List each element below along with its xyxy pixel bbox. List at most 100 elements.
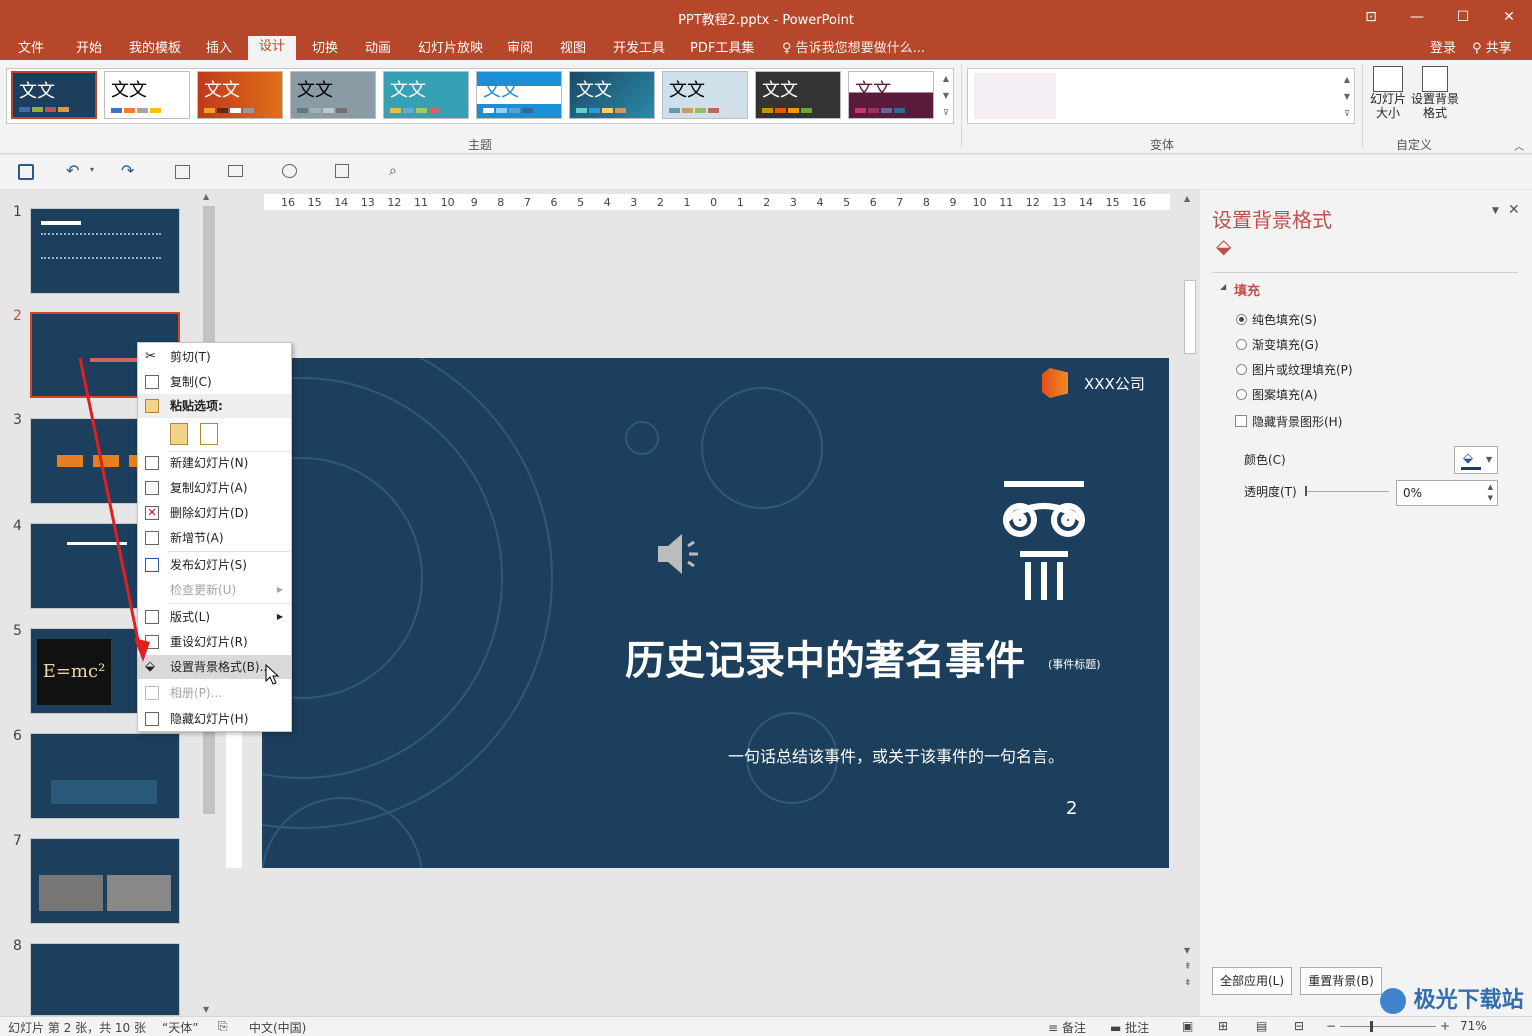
- format-background-button[interactable]: 设置背景格式: [1410, 66, 1460, 132]
- speaker-icon[interactable]: [654, 532, 702, 576]
- slide-size-button[interactable]: 幻灯片大小: [1368, 66, 1408, 132]
- transparency-input[interactable]: 0% ▲ ▼: [1396, 480, 1498, 506]
- tab-design[interactable]: 设计: [248, 36, 297, 60]
- tab-insert[interactable]: 插入: [200, 38, 238, 60]
- transparency-slider-handle[interactable]: [1305, 486, 1307, 496]
- tab-slideshow[interactable]: 幻灯片放映: [412, 38, 489, 60]
- theme-2[interactable]: 文文: [104, 71, 190, 119]
- slide-canvas[interactable]: XXX公司 历史记录中的著名事件 (事件标题) 一句话总结该事件，或关于该事件的…: [262, 358, 1169, 868]
- pattern-fill-radio[interactable]: [1236, 389, 1247, 400]
- theme-9[interactable]: 文文: [755, 71, 841, 119]
- preview-icon[interactable]: ⌕: [389, 163, 397, 179]
- reset-background-button[interactable]: 重置背景(B): [1300, 967, 1382, 995]
- language[interactable]: 中文(中国): [249, 1019, 306, 1036]
- paste-picture-icon[interactable]: [200, 423, 218, 445]
- hide-graphics-label[interactable]: 隐藏背景图形(H): [1252, 413, 1342, 430]
- theme-10[interactable]: 文文: [848, 71, 934, 119]
- fill-section-header[interactable]: 填充: [1234, 280, 1260, 299]
- picture-fill-radio[interactable]: [1236, 364, 1247, 375]
- picture-fill-label[interactable]: 图片或纹理填充(P): [1252, 361, 1353, 378]
- menu-item-publish[interactable]: 发布幻灯片(S): [138, 553, 291, 577]
- slide-thumbnail-8[interactable]: [30, 943, 180, 1016]
- menu-item-copy[interactable]: 复制(C): [138, 370, 291, 394]
- menu-item-layout[interactable]: 版式(L) ▶: [138, 605, 291, 629]
- slide-title-note[interactable]: (事件标题): [1048, 656, 1101, 672]
- comments-button[interactable]: ▬ 批注: [1110, 1019, 1149, 1036]
- tab-view[interactable]: 视图: [554, 38, 592, 60]
- share-button[interactable]: ⚲ 共享: [1466, 38, 1518, 60]
- solid-fill-label[interactable]: 纯色填充(S): [1252, 311, 1317, 328]
- theme-7[interactable]: 文文: [569, 71, 655, 119]
- undo-icon[interactable]: ↶: [66, 161, 79, 180]
- slide-subtitle[interactable]: 一句话总结该事件，或关于该事件的一句名言。: [728, 743, 1064, 767]
- tab-pdf[interactable]: PDF工具集: [684, 38, 760, 60]
- gradient-fill-label[interactable]: 渐变填充(G): [1252, 336, 1319, 353]
- fill-bucket-icon[interactable]: ⬙: [1216, 234, 1231, 258]
- pattern-fill-label[interactable]: 图案填充(A): [1252, 386, 1318, 403]
- menu-item-add-section[interactable]: 新增节(A): [138, 526, 291, 550]
- layout-icon[interactable]: [228, 165, 243, 177]
- scroll-down-icon[interactable]: ▼: [1184, 946, 1190, 955]
- fill-collapse-icon[interactable]: ◢: [1220, 282, 1226, 291]
- normal-view-icon[interactable]: ▣: [1182, 1019, 1193, 1033]
- minimize-icon[interactable]: —: [1394, 0, 1440, 34]
- theme-8[interactable]: 文文: [662, 71, 748, 119]
- zoom-slider[interactable]: [1340, 1026, 1436, 1027]
- prev-slide-icon[interactable]: ⇞: [1184, 962, 1192, 972]
- tab-transitions[interactable]: 切换: [306, 38, 344, 60]
- menu-item-hide-slide[interactable]: 隐藏幻灯片(H): [138, 707, 291, 731]
- redo-icon[interactable]: ↷: [121, 161, 134, 180]
- pane-close-icon[interactable]: ✕: [1508, 202, 1520, 218]
- pane-options-icon[interactable]: ▼: [1492, 206, 1499, 216]
- tab-templates[interactable]: 我的模板: [123, 38, 187, 60]
- close-icon[interactable]: ✕: [1486, 0, 1532, 34]
- editor-scrollbar[interactable]: ▲ ▼ ⇞ ⇟: [1182, 190, 1198, 1016]
- hide-graphics-checkbox[interactable]: [1235, 415, 1247, 427]
- tab-home[interactable]: 开始: [70, 38, 108, 60]
- variants-scroll[interactable]: ▲ ▼ ⊽: [1342, 71, 1352, 122]
- collapse-ribbon-icon[interactable]: ︿: [1514, 138, 1524, 153]
- spellcheck-icon[interactable]: ⎘: [218, 1019, 228, 1034]
- theme-6[interactable]: 文文: [476, 71, 562, 119]
- undo-dropdown-icon[interactable]: ▾: [90, 165, 94, 174]
- menu-item-reset-slide[interactable]: 重设幻灯片(R): [138, 630, 291, 654]
- theme-3[interactable]: 文文: [197, 71, 283, 119]
- tab-developer[interactable]: 开发工具: [607, 38, 671, 60]
- tab-animations[interactable]: 动画: [359, 38, 397, 60]
- slide-thumbnail-1[interactable]: [30, 208, 180, 294]
- zoom-level[interactable]: 71%: [1460, 1019, 1487, 1033]
- apply-all-button[interactable]: 全部应用(L): [1212, 967, 1292, 995]
- scroll-thumb[interactable]: [1184, 280, 1196, 354]
- solid-fill-radio[interactable]: [1236, 314, 1247, 325]
- spinner-icon[interactable]: ▲ ▼: [1488, 482, 1493, 504]
- slide-title[interactable]: 历史记录中的著名事件: [625, 628, 1025, 686]
- slide-page-number[interactable]: 2: [1066, 798, 1077, 819]
- theme-4[interactable]: 文文: [290, 71, 376, 119]
- slide-thumbnail-7[interactable]: [30, 838, 180, 924]
- tell-me-box[interactable]: ♀ 告诉我您想要做什么...: [776, 38, 931, 60]
- variant-thumb[interactable]: [974, 73, 1056, 119]
- company-name[interactable]: XXX公司: [1084, 373, 1145, 394]
- gradient-fill-radio[interactable]: [1236, 339, 1247, 350]
- menu-item-delete-slide[interactable]: ✕ 删除幻灯片(D): [138, 501, 291, 525]
- slide-thumbnail-6[interactable]: [30, 733, 180, 819]
- tab-review[interactable]: 审阅: [501, 38, 539, 60]
- new-slide-icon[interactable]: [175, 165, 190, 179]
- transparency-slider[interactable]: [1305, 491, 1389, 492]
- save-icon[interactable]: [18, 164, 34, 180]
- menu-item-new-slide[interactable]: 新建幻灯片(N): [138, 451, 291, 475]
- theme-5[interactable]: 文文: [383, 71, 469, 119]
- ribbon-display-icon[interactable]: ⊡: [1348, 0, 1394, 34]
- paste-keep-formatting-icon[interactable]: [170, 423, 188, 445]
- zoom-out-icon[interactable]: −: [1326, 1019, 1336, 1033]
- themes-scroll[interactable]: ▲ ▼ ⊽: [940, 70, 952, 122]
- slideshow-start-icon[interactable]: [282, 164, 297, 178]
- theme-1[interactable]: 文文: [11, 71, 97, 119]
- login-link[interactable]: 登录: [1424, 38, 1462, 60]
- present-icon[interactable]: [335, 164, 349, 178]
- color-picker-button[interactable]: ⬙ ▼: [1454, 446, 1498, 474]
- scroll-up-icon[interactable]: ▲: [203, 192, 209, 201]
- slide-sorter-icon[interactable]: ⊞: [1218, 1019, 1228, 1033]
- scroll-up-icon[interactable]: ▲: [1184, 194, 1190, 203]
- notes-button[interactable]: ≡ 备注: [1048, 1019, 1086, 1036]
